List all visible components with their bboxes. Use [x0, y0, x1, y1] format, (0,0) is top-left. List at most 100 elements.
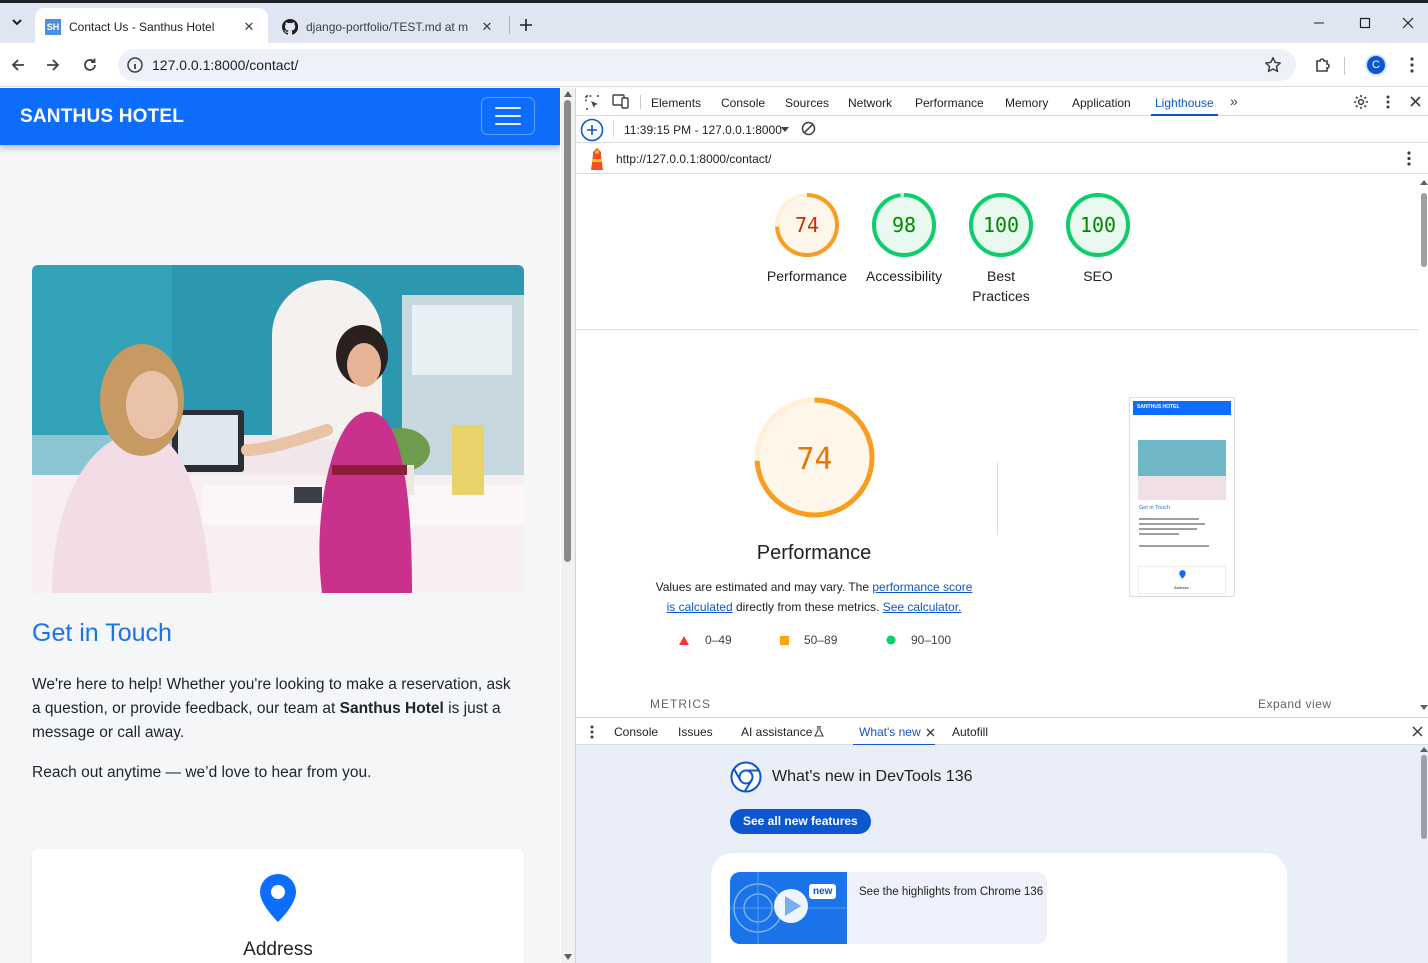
close-window-button[interactable] — [1388, 3, 1428, 43]
site-brand[interactable]: SANTHUS HOTEL — [20, 106, 184, 128]
new-tab-button[interactable] — [512, 11, 540, 39]
drawer-tab-autofill[interactable]: Autofill — [952, 718, 988, 746]
url-text: 127.0.0.1:8000/contact/ — [152, 57, 299, 73]
see-all-features-button[interactable]: See all new features — [730, 809, 871, 834]
site-info-icon[interactable] — [126, 56, 144, 74]
desc-text: directly from these metrics. — [732, 600, 883, 614]
report-select[interactable]: 11:39:15 PM - 127.0.0.1:8000 — [624, 123, 782, 137]
tab-search-button[interactable] — [3, 8, 31, 36]
toolbar-divider — [613, 120, 614, 138]
report-url-bar: http://127.0.0.1:8000/contact/ — [576, 143, 1428, 174]
scroll-down-icon[interactable] — [564, 954, 572, 960]
report-scrollbar[interactable] — [1419, 175, 1428, 716]
page-scrollbar-thumb[interactable] — [564, 100, 571, 562]
score-gauge-best-practices[interactable]: 100 Best Practices — [956, 192, 1046, 306]
favicon-text: SH — [46, 22, 60, 32]
device-toolbar-icon[interactable] — [612, 94, 629, 109]
report-scrollbar-thumb[interactable] — [1421, 193, 1427, 267]
close-tab-icon[interactable]: ✕ — [478, 18, 496, 36]
minimize-icon — [1314, 22, 1324, 24]
forward-button[interactable] — [39, 51, 67, 79]
puzzle-icon — [1316, 58, 1330, 72]
tab-memory[interactable]: Memory — [1005, 88, 1048, 116]
close-tab-icon[interactable]: ✕ — [240, 18, 258, 36]
browser-tab-contact[interactable]: SH Contact Us - Santhus Hotel ✕ — [35, 8, 268, 46]
drawer-scrollbar[interactable] — [1419, 745, 1428, 963]
tab-title: django-portfolio/TEST.md at m — [306, 20, 469, 34]
back-button[interactable] — [4, 51, 32, 79]
browser-menu-button[interactable] — [1398, 51, 1426, 79]
close-drawer-icon[interactable] — [1412, 726, 1423, 737]
contact-heading: Get in Touch — [32, 619, 172, 647]
hamburger-line — [495, 107, 521, 109]
score-gauge-accessibility[interactable]: 98 Accessibility — [859, 192, 949, 286]
dropdown-arrow-icon[interactable] — [781, 127, 789, 132]
tab-title: Contact Us - Santhus Hotel — [69, 20, 215, 34]
report-menu-icon[interactable] — [1407, 151, 1411, 166]
gauge-ring: 100 — [969, 193, 1033, 257]
whats-new-card: new See the highlights from Chrome 136 — [711, 853, 1287, 963]
lighthouse-toolbar: 11:39:15 PM - 127.0.0.1:8000 — [576, 116, 1428, 143]
gauge-ring: 100 — [1066, 193, 1130, 257]
more-vert-icon[interactable] — [1386, 95, 1390, 109]
scroll-up-icon[interactable] — [564, 91, 572, 97]
browser-toolbar: 127.0.0.1:8000/contact/ C — [0, 43, 1428, 87]
gear-icon[interactable] — [1353, 94, 1369, 110]
score-value: 100 — [983, 213, 1019, 237]
gauge-ring: 74 — [775, 193, 839, 257]
reload-button[interactable] — [76, 51, 104, 79]
minimize-button[interactable] — [1296, 3, 1342, 43]
drawer-tab-ai-assistance[interactable]: AI assistance — [741, 718, 812, 746]
performance-big-score: 74 — [796, 442, 832, 477]
drawer-menu-icon[interactable] — [590, 725, 594, 739]
drawer-scrollbar-thumb[interactable] — [1421, 755, 1427, 839]
tab-lighthouse[interactable]: Lighthouse — [1151, 88, 1218, 116]
navbar-toggler-button[interactable] — [481, 97, 535, 135]
more-tabs-icon[interactable]: » — [1230, 93, 1238, 109]
see-calculator-link[interactable]: See calculator. — [883, 600, 962, 614]
desc-text: Values are estimated and may vary. The — [655, 580, 873, 594]
new-report-icon[interactable] — [580, 118, 604, 142]
inspect-element-icon[interactable] — [585, 95, 600, 110]
clear-reports-icon[interactable] — [801, 121, 816, 136]
close-devtools-icon[interactable] — [1410, 96, 1421, 107]
score-gauge-seo[interactable]: 100 SEO — [1053, 192, 1143, 286]
tab-performance[interactable]: Performance — [915, 88, 984, 116]
score-value: 100 — [1080, 213, 1116, 237]
performance-big-gauge: 74 — [754, 397, 875, 518]
close-tab-icon[interactable] — [926, 728, 935, 737]
toolbar-divider — [1344, 57, 1345, 75]
legend-range: 0–49 — [705, 633, 732, 647]
browser-tab-github[interactable]: django-portfolio/TEST.md at m ✕ — [272, 8, 506, 46]
drawer-tab-console[interactable]: Console — [614, 718, 658, 746]
profile-avatar[interactable]: C — [1365, 54, 1387, 76]
performance-description: Values are estimated and may vary. The p… — [651, 577, 977, 617]
tab-application[interactable]: Application — [1072, 88, 1131, 116]
drawer-tab-issues[interactable]: Issues — [678, 718, 713, 746]
flask-icon — [814, 726, 824, 737]
chrome-136-highlight[interactable]: new See the highlights from Chrome 136 — [730, 872, 1047, 944]
page-scrollbar[interactable] — [561, 88, 575, 963]
score-label: Accessibility — [865, 268, 943, 284]
drawer-tab-whats-new[interactable]: What's new — [853, 718, 935, 746]
expand-view-button[interactable]: Expand view — [1258, 697, 1332, 711]
reach-out-text: Reach out anytime — we’d love to hear fr… — [32, 764, 372, 781]
extensions-button[interactable] — [1309, 51, 1337, 79]
reload-icon — [84, 58, 96, 71]
star-icon[interactable] — [1264, 56, 1282, 74]
tab-elements[interactable]: Elements — [651, 88, 701, 116]
page-screenshot-thumbnail[interactable]: SANTHUS HOTEL Get in Touch Address — [1129, 397, 1235, 597]
maximize-button[interactable] — [1342, 3, 1388, 43]
address-bar[interactable]: 127.0.0.1:8000/contact/ — [118, 49, 1296, 81]
tab-console[interactable]: Console — [721, 88, 765, 116]
tab-sources[interactable]: Sources — [785, 88, 829, 116]
score-gauge-performance[interactable]: 74 Performance — [762, 192, 852, 286]
tab-network[interactable]: Network — [848, 88, 892, 116]
square-icon — [780, 635, 789, 645]
hamburger-line — [495, 123, 521, 125]
score-label: Best Practices — [972, 268, 1030, 304]
thumb-address: Address — [1174, 585, 1189, 590]
legend-fail: 0–49 — [679, 633, 732, 647]
report-divider — [576, 329, 1419, 330]
report-url[interactable]: http://127.0.0.1:8000/contact/ — [616, 152, 771, 166]
